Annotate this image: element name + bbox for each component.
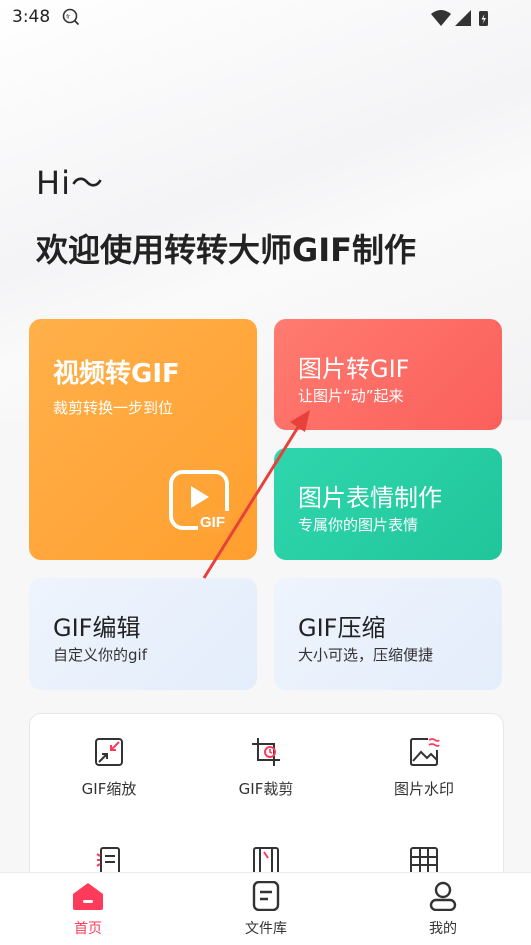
home-icon bbox=[73, 883, 103, 910]
tab-home-label: 首页 bbox=[74, 921, 102, 937]
tool-label: GIF缩放 bbox=[81, 780, 137, 798]
video-gif-icon: GIF bbox=[169, 470, 230, 531]
video-to-gif-subtitle: 裁剪转换一步到位 bbox=[53, 399, 174, 417]
gif-edit-subtitle: 自定义你的gif bbox=[53, 646, 147, 664]
tool-label: GIF裁剪 bbox=[238, 780, 294, 798]
gif-badge-text: GIF bbox=[200, 514, 225, 531]
tool-gif-crop[interactable]: GIF裁剪 bbox=[201, 736, 331, 799]
gif-edit-card[interactable]: GIF编辑 自定义你的gif bbox=[29, 578, 257, 690]
tab-files[interactable]: 文件库 bbox=[211, 880, 321, 938]
gif-compress-title: GIF压缩 bbox=[298, 614, 386, 642]
image-to-gif-title: 图片转GIF bbox=[298, 355, 410, 383]
welcome-title: 欢迎使用转转大师GIF制作 bbox=[36, 231, 417, 269]
gif-compress-card[interactable]: GIF压缩 大小可选，压缩便捷 bbox=[274, 578, 502, 690]
tool-gif-resize[interactable]: GIF缩放 bbox=[44, 736, 174, 799]
tab-files-label: 文件库 bbox=[245, 921, 287, 937]
tab-mine-label: 我的 bbox=[429, 921, 457, 937]
tool-label: 图片水印 bbox=[393, 780, 454, 798]
bottom-tab-bar: 首页 文件库 我的 bbox=[0, 872, 531, 945]
signal-icon bbox=[455, 10, 471, 26]
emoji-maker-subtitle: 专属你的图片表情 bbox=[298, 516, 419, 534]
file-library-icon bbox=[252, 880, 280, 912]
gif-compress-subtitle: 大小可选，压缩便捷 bbox=[298, 646, 434, 664]
emoji-maker-title: 图片表情制作 bbox=[298, 484, 442, 512]
emoji-maker-card[interactable]: 图片表情制作 专属你的图片表情 bbox=[274, 448, 502, 560]
gif-edit-title: GIF编辑 bbox=[53, 614, 141, 642]
tab-mine[interactable]: 我的 bbox=[388, 881, 498, 938]
svg-text:fr: fr bbox=[66, 15, 70, 21]
status-indicators bbox=[431, 10, 488, 26]
tab-home[interactable]: 首页 bbox=[33, 881, 143, 938]
greeting-text: Hi～ bbox=[36, 164, 104, 202]
wifi-icon bbox=[431, 10, 451, 26]
status-bar: 3:48 fr bbox=[0, 0, 531, 36]
tool-image-watermark[interactable]: 图片水印 bbox=[359, 736, 489, 799]
status-time: 3:48 bbox=[12, 7, 51, 27]
video-to-gif-card[interactable]: 视频转GIF 裁剪转换一步到位 GIF bbox=[29, 319, 257, 560]
app-notification-icon: fr bbox=[62, 8, 80, 26]
video-to-gif-title: 视频转GIF bbox=[53, 359, 180, 389]
crop-icon bbox=[252, 738, 280, 766]
user-profile-icon bbox=[429, 881, 457, 912]
resize-icon bbox=[95, 738, 123, 766]
image-to-gif-card[interactable]: 图片转GIF 让图片“动”起来 bbox=[274, 319, 502, 430]
image-to-gif-subtitle: 让图片“动”起来 bbox=[298, 387, 404, 405]
watermark-icon bbox=[410, 738, 440, 766]
